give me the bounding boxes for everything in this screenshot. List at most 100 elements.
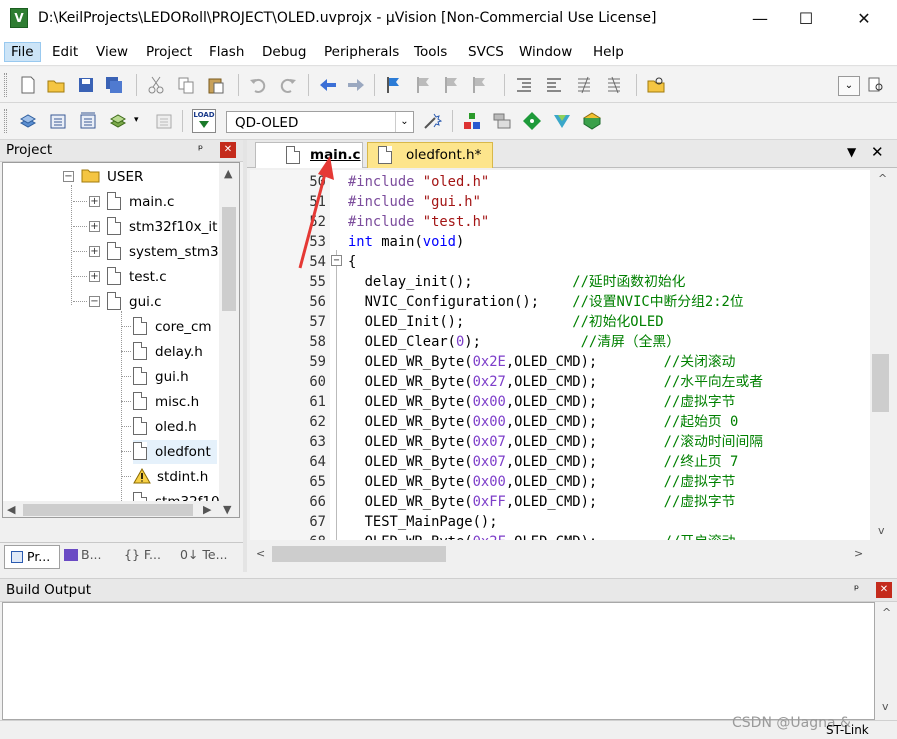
editor-vertical-scrollbar[interactable]: ^ v <box>870 170 897 540</box>
open-folder-icon[interactable] <box>46 75 66 95</box>
unindent-icon[interactable] <box>544 75 564 95</box>
close-panel-icon[interactable]: ✕ <box>220 142 236 158</box>
options-for-target-icon[interactable] <box>422 111 442 131</box>
code-editor[interactable]: − 50#include "oled.h"51#include "gui.h"5… <box>250 170 870 540</box>
menu-window[interactable]: Window <box>513 42 578 62</box>
scroll-thumb[interactable] <box>872 354 889 412</box>
collapse-icon[interactable]: − <box>63 171 74 182</box>
copy-icon[interactable] <box>176 75 196 95</box>
navigate-forward-icon[interactable] <box>346 75 366 95</box>
bookmark-toggle-icon[interactable] <box>384 75 404 95</box>
scroll-down-icon[interactable]: v <box>882 700 889 713</box>
scroll-thumb[interactable] <box>222 207 236 311</box>
bookmark-prev-icon[interactable] <box>414 75 434 95</box>
tree-header-core-cm[interactable]: core_cm <box>133 315 212 339</box>
scroll-thumb[interactable] <box>23 504 193 516</box>
find-icon[interactable] <box>866 75 886 95</box>
menu-view[interactable]: View <box>90 42 134 62</box>
stop-build-icon[interactable] <box>154 111 174 131</box>
build-output-scrollbar[interactable]: ^ v <box>876 602 897 720</box>
tab-oledfont-h[interactable]: oledfont.h* <box>367 142 493 168</box>
download-load-icon[interactable]: LOAD <box>192 109 216 133</box>
cut-icon[interactable] <box>146 75 166 95</box>
manage-project-items-icon[interactable] <box>462 111 482 131</box>
tree-file-test-c[interactable]: test.c <box>107 265 167 289</box>
scroll-up-icon[interactable]: ▲ <box>224 167 232 180</box>
bookmark-clear-icon[interactable] <box>470 75 490 95</box>
scroll-right-icon[interactable]: > <box>854 547 863 560</box>
find-in-files-icon[interactable] <box>646 75 666 95</box>
editor-horizontal-scrollbar[interactable]: < > <box>250 541 870 567</box>
tab-functions[interactable]: {} F... <box>124 547 161 562</box>
scroll-right-icon[interactable]: ▶ <box>203 503 211 516</box>
scroll-left-icon[interactable]: ◀ <box>7 503 15 516</box>
close-window-button[interactable]: ✕ <box>841 4 887 34</box>
expand-icon[interactable]: + <box>89 196 100 207</box>
menu-tools[interactable]: Tools <box>408 42 453 62</box>
tab-project[interactable]: Pr... <box>4 545 60 569</box>
bookmark-next-icon[interactable] <box>442 75 462 95</box>
menu-flash[interactable]: Flash <box>203 42 250 62</box>
scroll-left-icon[interactable]: < <box>256 547 265 560</box>
scroll-down-icon[interactable]: ▼ <box>223 503 231 516</box>
close-panel-icon[interactable]: ✕ <box>876 582 892 598</box>
minimize-button[interactable]: — <box>737 4 783 34</box>
translate-icon[interactable] <box>18 111 38 131</box>
tree-file-system-stm32[interactable]: system_stm3 <box>107 240 219 264</box>
scroll-up-icon[interactable]: ^ <box>882 606 891 619</box>
paste-icon[interactable] <box>206 75 226 95</box>
menu-peripherals[interactable]: Peripherals <box>318 42 405 62</box>
menu-svcs[interactable]: SVCS <box>462 42 510 62</box>
tab-books[interactable]: B... <box>64 547 102 562</box>
tree-file-main-c[interactable]: main.c <box>107 190 174 214</box>
batch-build-icon[interactable] <box>108 111 128 131</box>
navigate-back-icon[interactable] <box>318 75 338 95</box>
pack-installer-icon[interactable] <box>552 111 572 131</box>
menu-file[interactable]: File <box>4 42 41 62</box>
tree-file-stm32f10x-it[interactable]: stm32f10x_it <box>107 215 217 239</box>
expand-icon[interactable]: + <box>89 271 100 282</box>
tree-header-oled-h[interactable]: oled.h <box>133 415 197 439</box>
scroll-down-icon[interactable]: v <box>878 524 885 537</box>
tree-header-stdint-h[interactable]: stdint.h <box>133 465 208 489</box>
maximize-button[interactable]: ☐ <box>783 4 829 34</box>
indent-icon[interactable] <box>514 75 534 95</box>
pin-icon[interactable]: ᵖ <box>198 142 203 156</box>
toolbar-grip[interactable] <box>4 109 7 133</box>
tree-header-misc-h[interactable]: misc.h <box>133 390 199 414</box>
menu-help[interactable]: Help <box>587 42 630 62</box>
scroll-thumb[interactable] <box>272 546 446 562</box>
pin-icon[interactable]: ᵖ <box>854 582 859 596</box>
collapse-icon[interactable]: − <box>89 296 100 307</box>
comment-icon[interactable] <box>574 75 594 95</box>
tree-horizontal-scrollbar[interactable]: ◀ ▶ ▼ <box>3 501 239 517</box>
tree-group-user[interactable]: USER <box>81 165 143 189</box>
close-tab-icon[interactable]: ✕ <box>871 143 884 161</box>
redo-icon[interactable] <box>278 75 298 95</box>
select-packs-icon[interactable] <box>492 111 512 131</box>
tree-header-oledfont[interactable]: oledfont <box>133 440 217 464</box>
target-select[interactable]: QD-OLED ⌄ <box>226 111 414 133</box>
undo-icon[interactable] <box>248 75 268 95</box>
toolbar-dropdown-chevron-icon[interactable]: ⌄ <box>838 76 860 96</box>
toolbar-grip[interactable] <box>4 73 7 97</box>
build-icon[interactable] <box>48 111 68 131</box>
batch-build-dropdown-icon[interactable]: ▾ <box>134 115 139 125</box>
pack-installer-components-icon[interactable] <box>582 111 602 131</box>
expand-icon[interactable]: + <box>89 246 100 257</box>
save-icon[interactable] <box>76 75 96 95</box>
rebuild-icon[interactable] <box>78 111 98 131</box>
menu-edit[interactable]: Edit <box>46 42 84 62</box>
uncomment-icon[interactable] <box>604 75 624 95</box>
tab-list-dropdown-icon[interactable]: ▼ <box>847 145 856 159</box>
menu-project[interactable]: Project <box>140 42 198 62</box>
build-output-area[interactable] <box>2 602 875 720</box>
chevron-down-icon[interactable]: ⌄ <box>395 112 413 132</box>
tree-header-gui-h[interactable]: gui.h <box>133 365 189 389</box>
panel-splitter[interactable] <box>243 140 247 572</box>
expand-icon[interactable]: + <box>89 221 100 232</box>
tree-file-gui-c[interactable]: gui.c <box>107 290 162 314</box>
menu-debug[interactable]: Debug <box>256 42 312 62</box>
tree-header-delay-h[interactable]: delay.h <box>133 340 203 364</box>
save-all-icon[interactable] <box>104 75 124 95</box>
